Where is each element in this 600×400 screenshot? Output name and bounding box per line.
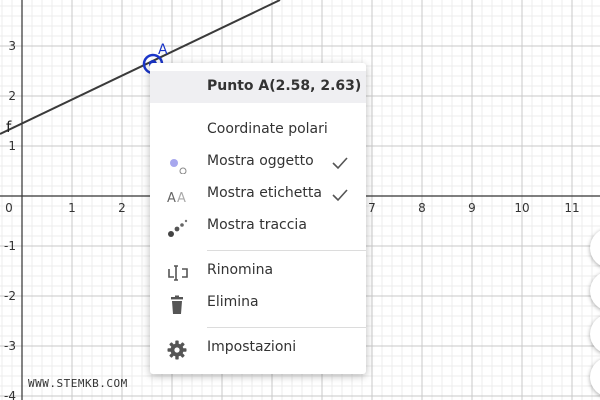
menu-separator <box>207 327 366 328</box>
menu-title: Punto A(2.58, 2.63) <box>207 78 362 94</box>
checkmark-icon <box>330 153 350 173</box>
menu-item-polar-coords[interactable]: Coordinate polari <box>150 116 366 146</box>
x-tick-label: 7 <box>368 201 376 215</box>
settings-icon <box>167 340 187 360</box>
x-tick-label: 9 <box>468 201 476 215</box>
function-label[interactable]: f <box>6 118 12 136</box>
menu-item-label: Rinomina <box>207 262 274 278</box>
menu-item-rename[interactable]: Rinomina <box>150 257 366 287</box>
y-tick-label: 2 <box>8 89 16 103</box>
y-tick-label: -1 <box>4 239 16 253</box>
menu-item-delete[interactable]: Elimina <box>150 289 366 319</box>
menu-header: Punto A(2.58, 2.63) <box>150 71 366 103</box>
menu-item-label: Elimina <box>207 294 259 310</box>
checkmark-icon <box>330 185 350 205</box>
y-tick-label: -3 <box>4 339 16 353</box>
menu-item-show-object[interactable]: Mostra oggetto <box>150 148 366 178</box>
x-tick-label: 8 <box>418 201 426 215</box>
x-tick-label: 11 <box>564 201 579 215</box>
watermark: WWW.STEMKB.COM <box>28 377 128 390</box>
svg-text:A: A <box>167 191 176 206</box>
menu-separator <box>207 250 366 251</box>
menu-item-label: Impostazioni <box>207 339 297 355</box>
y-tick-label: -4 <box>4 389 16 400</box>
menu-item-label: Mostra traccia <box>207 217 307 233</box>
menu-item-label: Mostra etichetta <box>207 185 322 201</box>
x-tick-label: 10 <box>514 201 529 215</box>
show-object-icon <box>167 154 187 175</box>
trace-icon <box>167 218 188 238</box>
point-label[interactable]: A <box>158 42 168 58</box>
y-tick-label: 3 <box>8 39 16 53</box>
delete-icon <box>167 295 187 315</box>
rename-icon <box>167 263 188 283</box>
menu-item-settings[interactable]: Impostazioni <box>150 334 366 364</box>
menu-item-show-trace[interactable]: Mostra traccia <box>150 212 366 242</box>
x-tick-label: 1 <box>68 201 76 215</box>
menu-item-show-label[interactable]: AA Mostra etichetta <box>150 180 366 210</box>
y-tick-label: -2 <box>4 289 16 303</box>
menu-item-label: Coordinate polari <box>207 121 328 137</box>
y-tick-label: 1 <box>8 139 16 153</box>
x-tick-label: 0 <box>5 201 13 215</box>
context-menu: Punto A(2.58, 2.63) Coordinate polari Mo… <box>150 63 366 374</box>
x-tick-label: 2 <box>118 201 126 215</box>
menu-item-label: Mostra oggetto <box>207 153 314 169</box>
show-label-icon: AA <box>167 186 187 206</box>
svg-text:A: A <box>177 191 186 206</box>
